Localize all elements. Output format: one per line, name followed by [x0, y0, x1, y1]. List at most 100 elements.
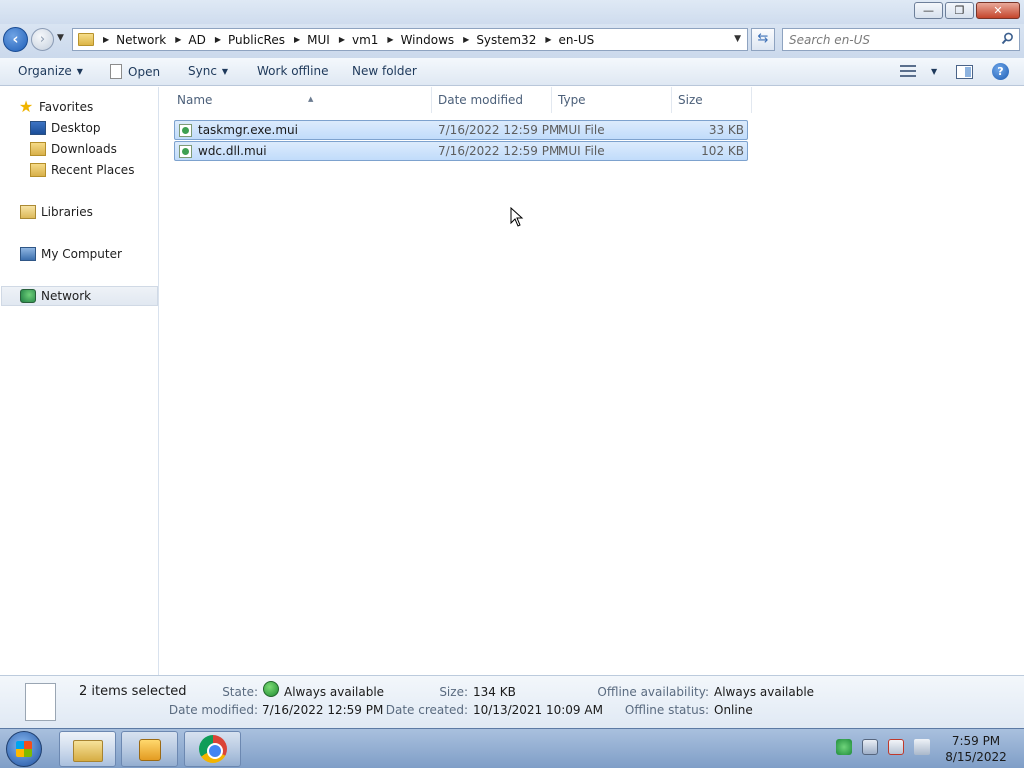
nav-libraries[interactable]: Libraries [20, 202, 177, 222]
help-icon[interactable]: ? [992, 63, 1009, 80]
search-box [782, 28, 1020, 51]
chevron-right-icon: ▶ [175, 35, 182, 44]
selection-count: 2 items selected [79, 684, 187, 699]
sync-menu[interactable]: Sync ▼ [188, 64, 228, 78]
work-offline-button[interactable]: Work offline [257, 64, 328, 78]
chevron-right-icon: ▶ [387, 35, 394, 44]
start-button[interactable] [6, 731, 42, 767]
file-row[interactable]: taskmgr.exe.mui 7/16/2022 12:59 PM MUI F… [174, 120, 748, 140]
close-icon: ✕ [993, 4, 1003, 17]
chevron-right-icon: ▶ [293, 35, 301, 44]
sync-state-icon [263, 681, 279, 697]
chevron-right-icon: ▶ [214, 35, 222, 44]
clock-date: 8/15/2022 [945, 750, 1007, 764]
chevron-down-icon: ▼ [76, 66, 83, 76]
sync-center-icon[interactable] [836, 739, 852, 755]
back-button[interactable]: ‹ [3, 27, 28, 52]
nav-network[interactable]: Network [1, 286, 158, 306]
chrome-icon [199, 735, 227, 763]
maximize-button[interactable]: ❐ [945, 2, 974, 19]
mouse-cursor-icon [510, 207, 524, 227]
refresh-button[interactable]: ⇆ [751, 28, 775, 51]
file-name: wdc.dll.mui [198, 144, 267, 158]
mui-file-icon [179, 145, 192, 158]
minimize-icon: — [923, 4, 934, 17]
libraries-icon [20, 205, 36, 219]
chevron-right-icon: ▶ [545, 35, 552, 44]
address-dropdown[interactable]: ▼ [734, 34, 741, 44]
file-date: 7/16/2022 12:59 PM [438, 144, 560, 158]
computer-icon [20, 247, 36, 261]
breadcrumb-item[interactable]: ▶ en-US [536, 33, 594, 47]
chevron-right-icon: ▶ [103, 35, 110, 44]
breadcrumb-item[interactable]: ▶ System32 [454, 33, 536, 47]
organize-menu[interactable]: Organize ▼ [18, 64, 83, 78]
folder-icon [78, 33, 94, 46]
close-button[interactable]: ✕ [976, 2, 1020, 19]
recent-pages-dropdown[interactable]: ▼ [57, 33, 64, 43]
nav-favorites[interactable]: ★ Favorites [18, 97, 175, 117]
breadcrumb-item[interactable]: ▶ Network [94, 33, 166, 47]
details-pane: 2 items selected State: Always available… [0, 675, 1024, 728]
navigation-pane: ★ Favorites Desktop Downloads Recent Pla… [0, 87, 159, 675]
column-header-size[interactable]: Size [672, 87, 752, 113]
window-controls: — ❐ ✕ [912, 2, 1020, 19]
command-bar: Organize ▼ Open Sync ▼ Work offline New fo… [0, 58, 1024, 86]
document-icon [25, 683, 56, 721]
desktop-icon [30, 121, 46, 135]
clock-time: 7:59 PM [951, 734, 1001, 748]
search-icon[interactable] [1001, 32, 1014, 45]
volume-icon[interactable] [914, 739, 930, 755]
explorer-icon [73, 740, 103, 762]
breadcrumb-item[interactable]: ▶ AD [166, 33, 206, 47]
view-icon [900, 65, 916, 77]
recent-places-icon [30, 163, 46, 177]
column-header-type[interactable]: Type [552, 87, 672, 113]
chevron-down-icon: ▼ [931, 66, 938, 76]
file-size: 33 KB [708, 123, 744, 137]
sort-ascending-icon: ▲ [308, 95, 314, 103]
minimize-button[interactable]: — [914, 2, 943, 19]
system-tray [836, 739, 940, 755]
file-type: MUI File [558, 144, 605, 158]
network-disconnected-icon[interactable] [888, 739, 904, 755]
file-date: 7/16/2022 12:59 PM [438, 123, 560, 137]
file-name: taskmgr.exe.mui [198, 123, 298, 137]
restore-icon: ❐ [954, 4, 965, 17]
breadcrumb-item[interactable]: ▶ Windows [378, 33, 454, 47]
preview-pane-icon[interactable] [956, 65, 973, 79]
taskbar-media-button[interactable] [121, 731, 178, 767]
breadcrumb-item[interactable]: ▶ vm1 [330, 33, 379, 47]
title-bar: — ❐ ✕ [0, 0, 1024, 24]
action-center-icon[interactable] [862, 739, 878, 755]
address-row: ‹ › ▼ ▶ Network ▶ AD ▶ PublicRes ▶ MUI ▶ vm1 … [0, 24, 1024, 58]
network-icon [20, 289, 36, 303]
chevron-right-icon: ▶ [338, 35, 345, 44]
file-row[interactable]: wdc.dll.mui 7/16/2022 12:59 PM MUI File … [174, 141, 748, 161]
mui-file-icon [179, 124, 192, 137]
document-icon [110, 64, 122, 79]
taskbar: 7:59 PM 8/15/2022 [0, 728, 1024, 768]
chevron-right-icon: ▶ [463, 35, 470, 44]
breadcrumb-item[interactable]: ▶ MUI [285, 33, 330, 47]
downloads-folder-icon [30, 142, 46, 156]
taskbar-clock[interactable]: 7:59 PM 8/15/2022 [936, 733, 1016, 765]
forward-button[interactable]: › [31, 28, 54, 51]
star-icon: ★ [18, 97, 34, 116]
column-header-name[interactable]: Name ▲ [171, 87, 432, 113]
address-bar[interactable]: ▶ Network ▶ AD ▶ PublicRes ▶ MUI ▶ vm1 ▶ Windo… [72, 28, 748, 51]
new-folder-button[interactable]: New folder [352, 64, 417, 78]
nav-my-computer[interactable]: My Computer [20, 244, 177, 264]
open-button[interactable]: Open [110, 64, 160, 79]
breadcrumb-item[interactable]: ▶ PublicRes [206, 33, 285, 47]
search-input[interactable] [789, 29, 994, 50]
taskbar-chrome-button[interactable] [184, 731, 241, 767]
file-type: MUI File [558, 123, 605, 137]
change-view-button[interactable]: ▼ [900, 65, 937, 77]
file-size: 102 KB [701, 144, 744, 158]
taskbar-explorer-button[interactable] [59, 731, 116, 767]
column-header-date[interactable]: Date modified [432, 87, 552, 113]
chevron-down-icon: ▼ [221, 66, 229, 76]
media-player-icon [139, 739, 161, 761]
file-list: Name ▲ Date modified Type Size taskmgr.e… [160, 87, 1024, 675]
